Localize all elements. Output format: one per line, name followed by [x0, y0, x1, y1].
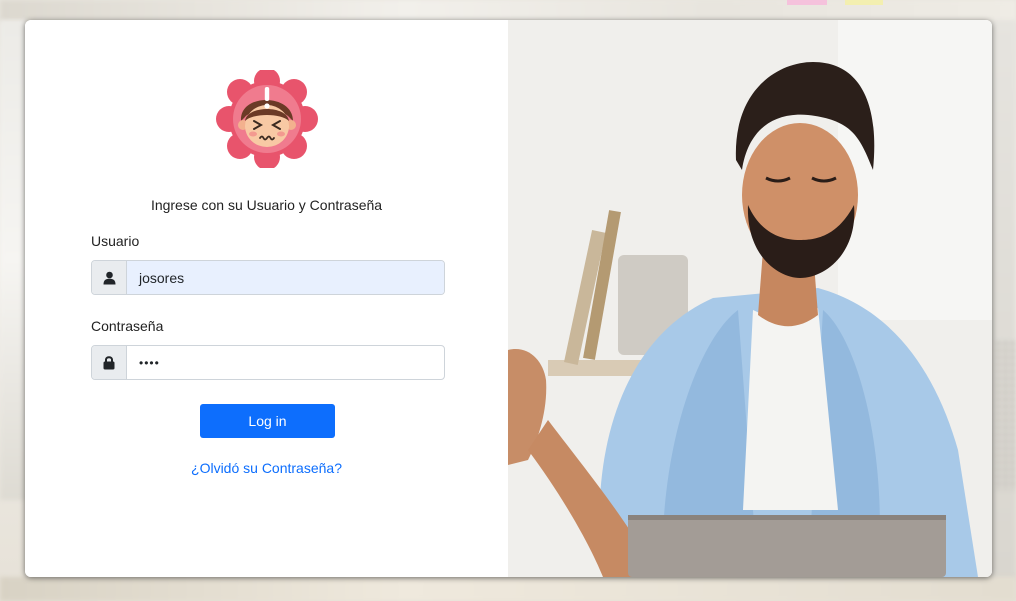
- password-label: Contraseña: [91, 318, 164, 334]
- background-right: [990, 20, 1016, 580]
- login-instructions: Ingrese con su Usuario y Contraseña: [150, 197, 383, 213]
- login-card: Ingrese con su Usuario y Contraseña Usua…: [25, 20, 992, 577]
- username-field-group[interactable]: josores: [91, 260, 445, 295]
- user-icon: [92, 261, 127, 294]
- stressed-face-badge-icon: [216, 70, 318, 168]
- password-input[interactable]: ••••: [127, 346, 444, 379]
- background-sticky-note: [845, 0, 883, 5]
- login-form-panel: Ingrese con su Usuario y Contraseña Usua…: [25, 20, 508, 577]
- lock-icon: [92, 346, 127, 379]
- background-sticky-note: [787, 0, 827, 5]
- hero-photo: [508, 20, 992, 577]
- username-label: Usuario: [91, 233, 140, 249]
- meditating-man-photo: [508, 20, 992, 577]
- background-grid: [995, 340, 1016, 490]
- password-field-group[interactable]: ••••: [91, 345, 445, 380]
- login-button[interactable]: Log in: [200, 404, 335, 438]
- forgot-password-link[interactable]: ¿Olvidó su Contraseña?: [25, 460, 508, 476]
- background-bottom: [0, 577, 1016, 601]
- background-left: [0, 20, 26, 500]
- forgot-password-link-text[interactable]: ¿Olvidó su Contraseña?: [191, 460, 342, 476]
- username-input[interactable]: josores: [127, 261, 444, 294]
